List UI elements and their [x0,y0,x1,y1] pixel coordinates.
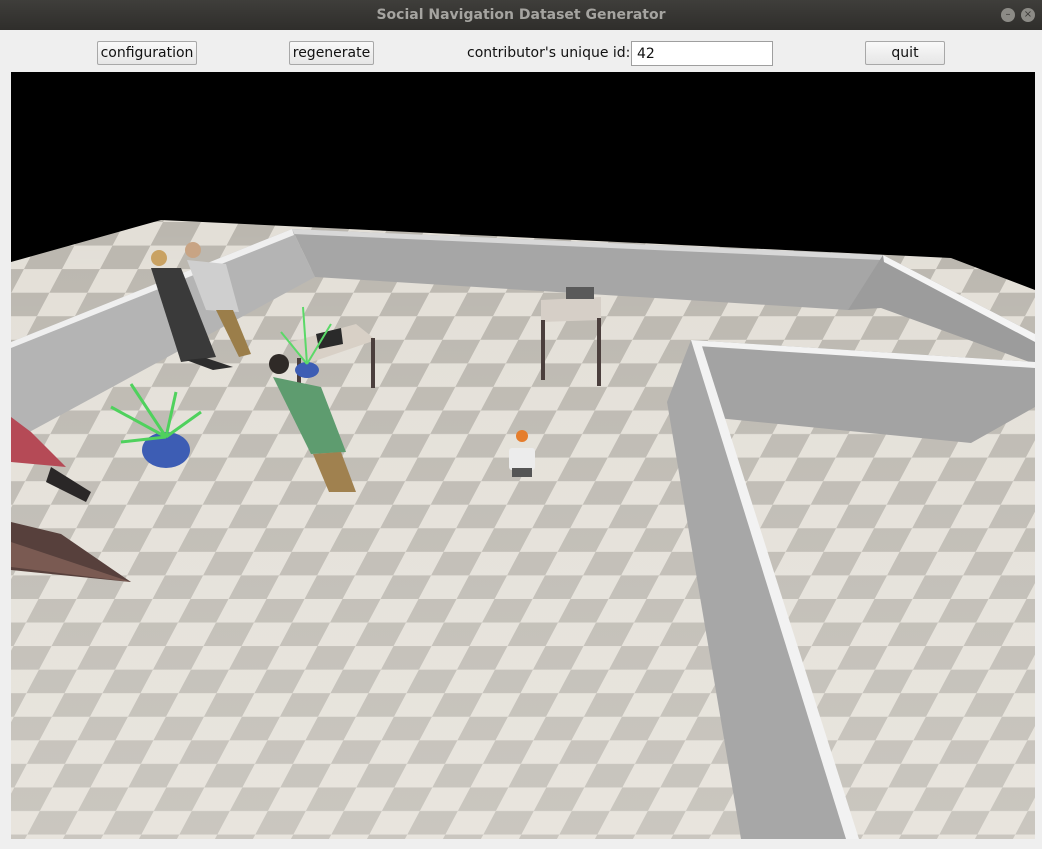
title-bar[interactable]: Social Navigation Dataset Generator – × [0,0,1042,30]
scene-render [11,72,1035,839]
contributor-id-label: contributor's unique id: [467,45,631,61]
toolbar: configuration regenerate contributor's u… [0,30,1042,72]
contributor-id-input[interactable] [631,41,773,66]
window-title: Social Navigation Dataset Generator [376,7,666,23]
close-icon[interactable]: × [1021,8,1035,22]
regenerate-button[interactable]: regenerate [289,41,374,65]
3d-viewport[interactable] [11,72,1035,839]
quit-button[interactable]: quit [865,41,945,65]
minimize-icon[interactable]: – [1001,8,1015,22]
configuration-button[interactable]: configuration [97,41,197,65]
app-window: Social Navigation Dataset Generator – × … [0,0,1042,849]
